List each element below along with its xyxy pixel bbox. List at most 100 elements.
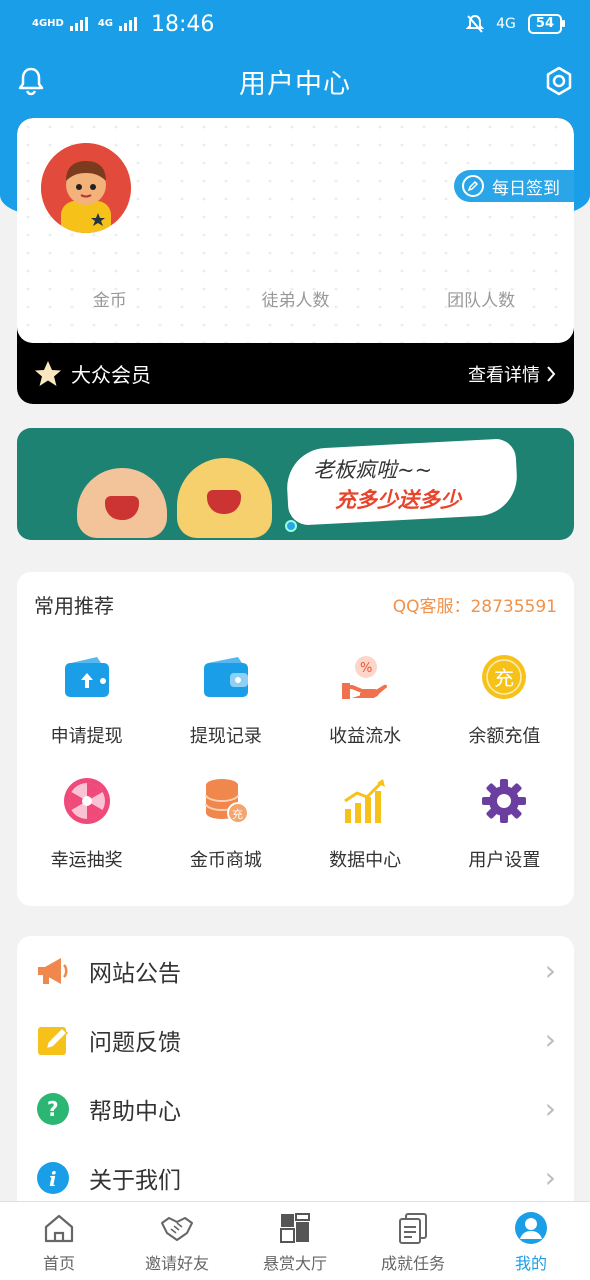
avatar[interactable] <box>41 143 131 233</box>
svg-text:充: 充 <box>494 666 514 690</box>
pencil-note-icon <box>35 1022 71 1058</box>
chevron-right-icon: › <box>544 1161 556 1194</box>
lottery-wheel-icon <box>62 776 112 826</box>
tab-home[interactable]: 首页 <box>0 1202 118 1280</box>
tab-reward-hall[interactable]: 悬赏大厅 <box>236 1202 354 1280</box>
stats-row: 金币 徒弟人数 团队人数 <box>17 286 574 311</box>
recharge-coin-icon: 充 <box>479 652 529 702</box>
tab-invite[interactable]: 邀请好友 <box>118 1202 236 1280</box>
feature-label: 用户设置 <box>468 850 541 871</box>
info-icon: i <box>35 1160 71 1196</box>
chevron-right-icon <box>547 365 556 382</box>
wallet-withdraw-icon <box>62 652 112 702</box>
task-doc-icon <box>395 1210 431 1246</box>
income-hand-icon: % <box>340 652 390 702</box>
signal-label-2: 4G <box>97 18 114 29</box>
page-title: 用户中心 <box>239 68 351 100</box>
feature-label: 数据中心 <box>329 850 402 871</box>
menu-item-feedback[interactable]: 问题反馈 › <box>17 1005 574 1074</box>
menu-label: 问题反馈 <box>89 1029 181 1056</box>
network-label: 4G <box>496 16 516 32</box>
chevron-right-icon: › <box>544 1092 556 1125</box>
feature-user-settings[interactable]: 用户设置 <box>435 776 574 872</box>
profile-card: 每日签到 金币 徒弟人数 团队人数 大众会员 查看详情 <box>17 118 574 404</box>
banner-line-2: 充多少送多少 <box>335 487 461 512</box>
bar-chart-icon <box>340 776 390 826</box>
svg-text:i: i <box>49 1167 57 1191</box>
feature-data-center[interactable]: 数据中心 <box>296 776 435 872</box>
tab-label: 悬赏大厅 <box>262 1254 327 1273</box>
feature-label: 收益流水 <box>329 726 402 747</box>
membership-level: 大众会员 <box>71 363 151 387</box>
feature-recharge[interactable]: 充 余额充值 <box>435 652 574 748</box>
bottom-tab-bar: 首页 邀请好友 悬赏大厅 成就任务 我的 <box>0 1201 590 1280</box>
chevron-right-icon: › <box>544 954 556 987</box>
daily-signin-button[interactable]: 每日签到 <box>454 170 574 202</box>
menu-item-help[interactable]: ? 帮助中心 › <box>17 1074 574 1143</box>
signin-label: 每日签到 <box>492 178 560 199</box>
gear-icon <box>479 776 529 826</box>
edit-icon <box>462 175 484 197</box>
section-title: 常用推荐 <box>34 594 114 618</box>
mute-bell-icon <box>466 14 485 33</box>
profile-info: 每日签到 金币 徒弟人数 团队人数 <box>17 118 574 343</box>
feature-withdraw-record[interactable]: 提现记录 <box>156 652 295 748</box>
svg-text:%: % <box>360 661 372 676</box>
tab-label: 成就任务 <box>380 1254 445 1273</box>
cartoon-kid-image <box>77 468 167 538</box>
feature-label: 提现记录 <box>189 726 262 747</box>
stat-apprentices[interactable]: 徒弟人数 <box>203 286 389 311</box>
app-header: 用户中心 <box>0 52 590 110</box>
svg-text:充: 充 <box>232 807 243 821</box>
signal-label-1: 4GHD <box>32 18 64 29</box>
clock: 18:46 <box>151 11 215 37</box>
banner-line-1: 老板疯啦~~ <box>313 458 433 482</box>
menu-list: 网站公告 › 问题反馈 › ? 帮助中心 › i 关于我们 › <box>17 936 574 1206</box>
settings-gear-icon[interactable] <box>542 64 576 98</box>
feature-income-flow[interactable]: % 收益流水 <box>296 652 435 748</box>
wallet-record-icon <box>201 652 251 702</box>
grid-hall-icon <box>277 1210 313 1246</box>
signal-bars-icon <box>69 17 88 31</box>
svg-text:?: ? <box>47 1097 59 1121</box>
recommend-panel: 常用推荐 QQ客服：28735591 申请提现 提现记录 % 收益流水 充 余额… <box>17 572 574 906</box>
notification-bell-icon[interactable] <box>14 64 48 98</box>
feature-label: 幸运抽奖 <box>50 850 123 871</box>
tab-label: 首页 <box>42 1254 75 1273</box>
cartoon-kid-image <box>177 458 272 538</box>
feature-label: 余额充值 <box>468 726 541 747</box>
battery-indicator: 54 <box>527 14 566 34</box>
coin-stack-icon: 充 <box>201 776 251 826</box>
menu-label: 关于我们 <box>89 1167 181 1194</box>
stat-team[interactable]: 团队人数 <box>388 286 574 311</box>
feature-grid: 申请提现 提现记录 % 收益流水 充 余额充值 幸运抽奖 充 金币商城 数据中心… <box>17 652 574 872</box>
view-details-label: 查看详情 <box>468 364 540 386</box>
feature-lottery[interactable]: 幸运抽奖 <box>17 776 156 872</box>
menu-label: 网站公告 <box>89 960 181 987</box>
stat-coins[interactable]: 金币 <box>17 286 203 311</box>
megaphone-icon <box>35 953 71 989</box>
user-icon <box>513 1210 549 1246</box>
feature-coin-mall[interactable]: 充 金币商城 <box>156 776 295 872</box>
home-icon <box>41 1210 77 1246</box>
chevron-right-icon: › <box>544 1023 556 1056</box>
signal-bars-icon <box>119 17 138 31</box>
tab-label: 我的 <box>514 1254 547 1273</box>
feature-withdraw[interactable]: 申请提现 <box>17 652 156 748</box>
tab-achievement-tasks[interactable]: 成就任务 <box>354 1202 472 1280</box>
tab-mine[interactable]: 我的 <box>472 1202 590 1280</box>
feature-label: 申请提现 <box>50 726 123 747</box>
qq-service[interactable]: QQ客服：28735591 <box>393 592 557 617</box>
feature-label: 金币商城 <box>189 850 262 871</box>
view-details-link[interactable]: 查看详情 <box>468 361 556 387</box>
menu-label: 帮助中心 <box>89 1098 181 1125</box>
star-icon <box>35 360 61 386</box>
banner-pager-dot[interactable] <box>285 520 297 532</box>
status-bar: 4GHD 4G 18:46 4G 54 <box>0 0 590 48</box>
membership-bar[interactable]: 大众会员 查看详情 <box>17 343 574 404</box>
menu-item-announcement[interactable]: 网站公告 › <box>17 936 574 1005</box>
help-icon: ? <box>35 1091 71 1127</box>
promo-banner[interactable]: 老板疯啦~~ 充多少送多少 <box>17 428 574 540</box>
tab-label: 邀请好友 <box>144 1254 209 1273</box>
handshake-icon <box>159 1210 195 1246</box>
